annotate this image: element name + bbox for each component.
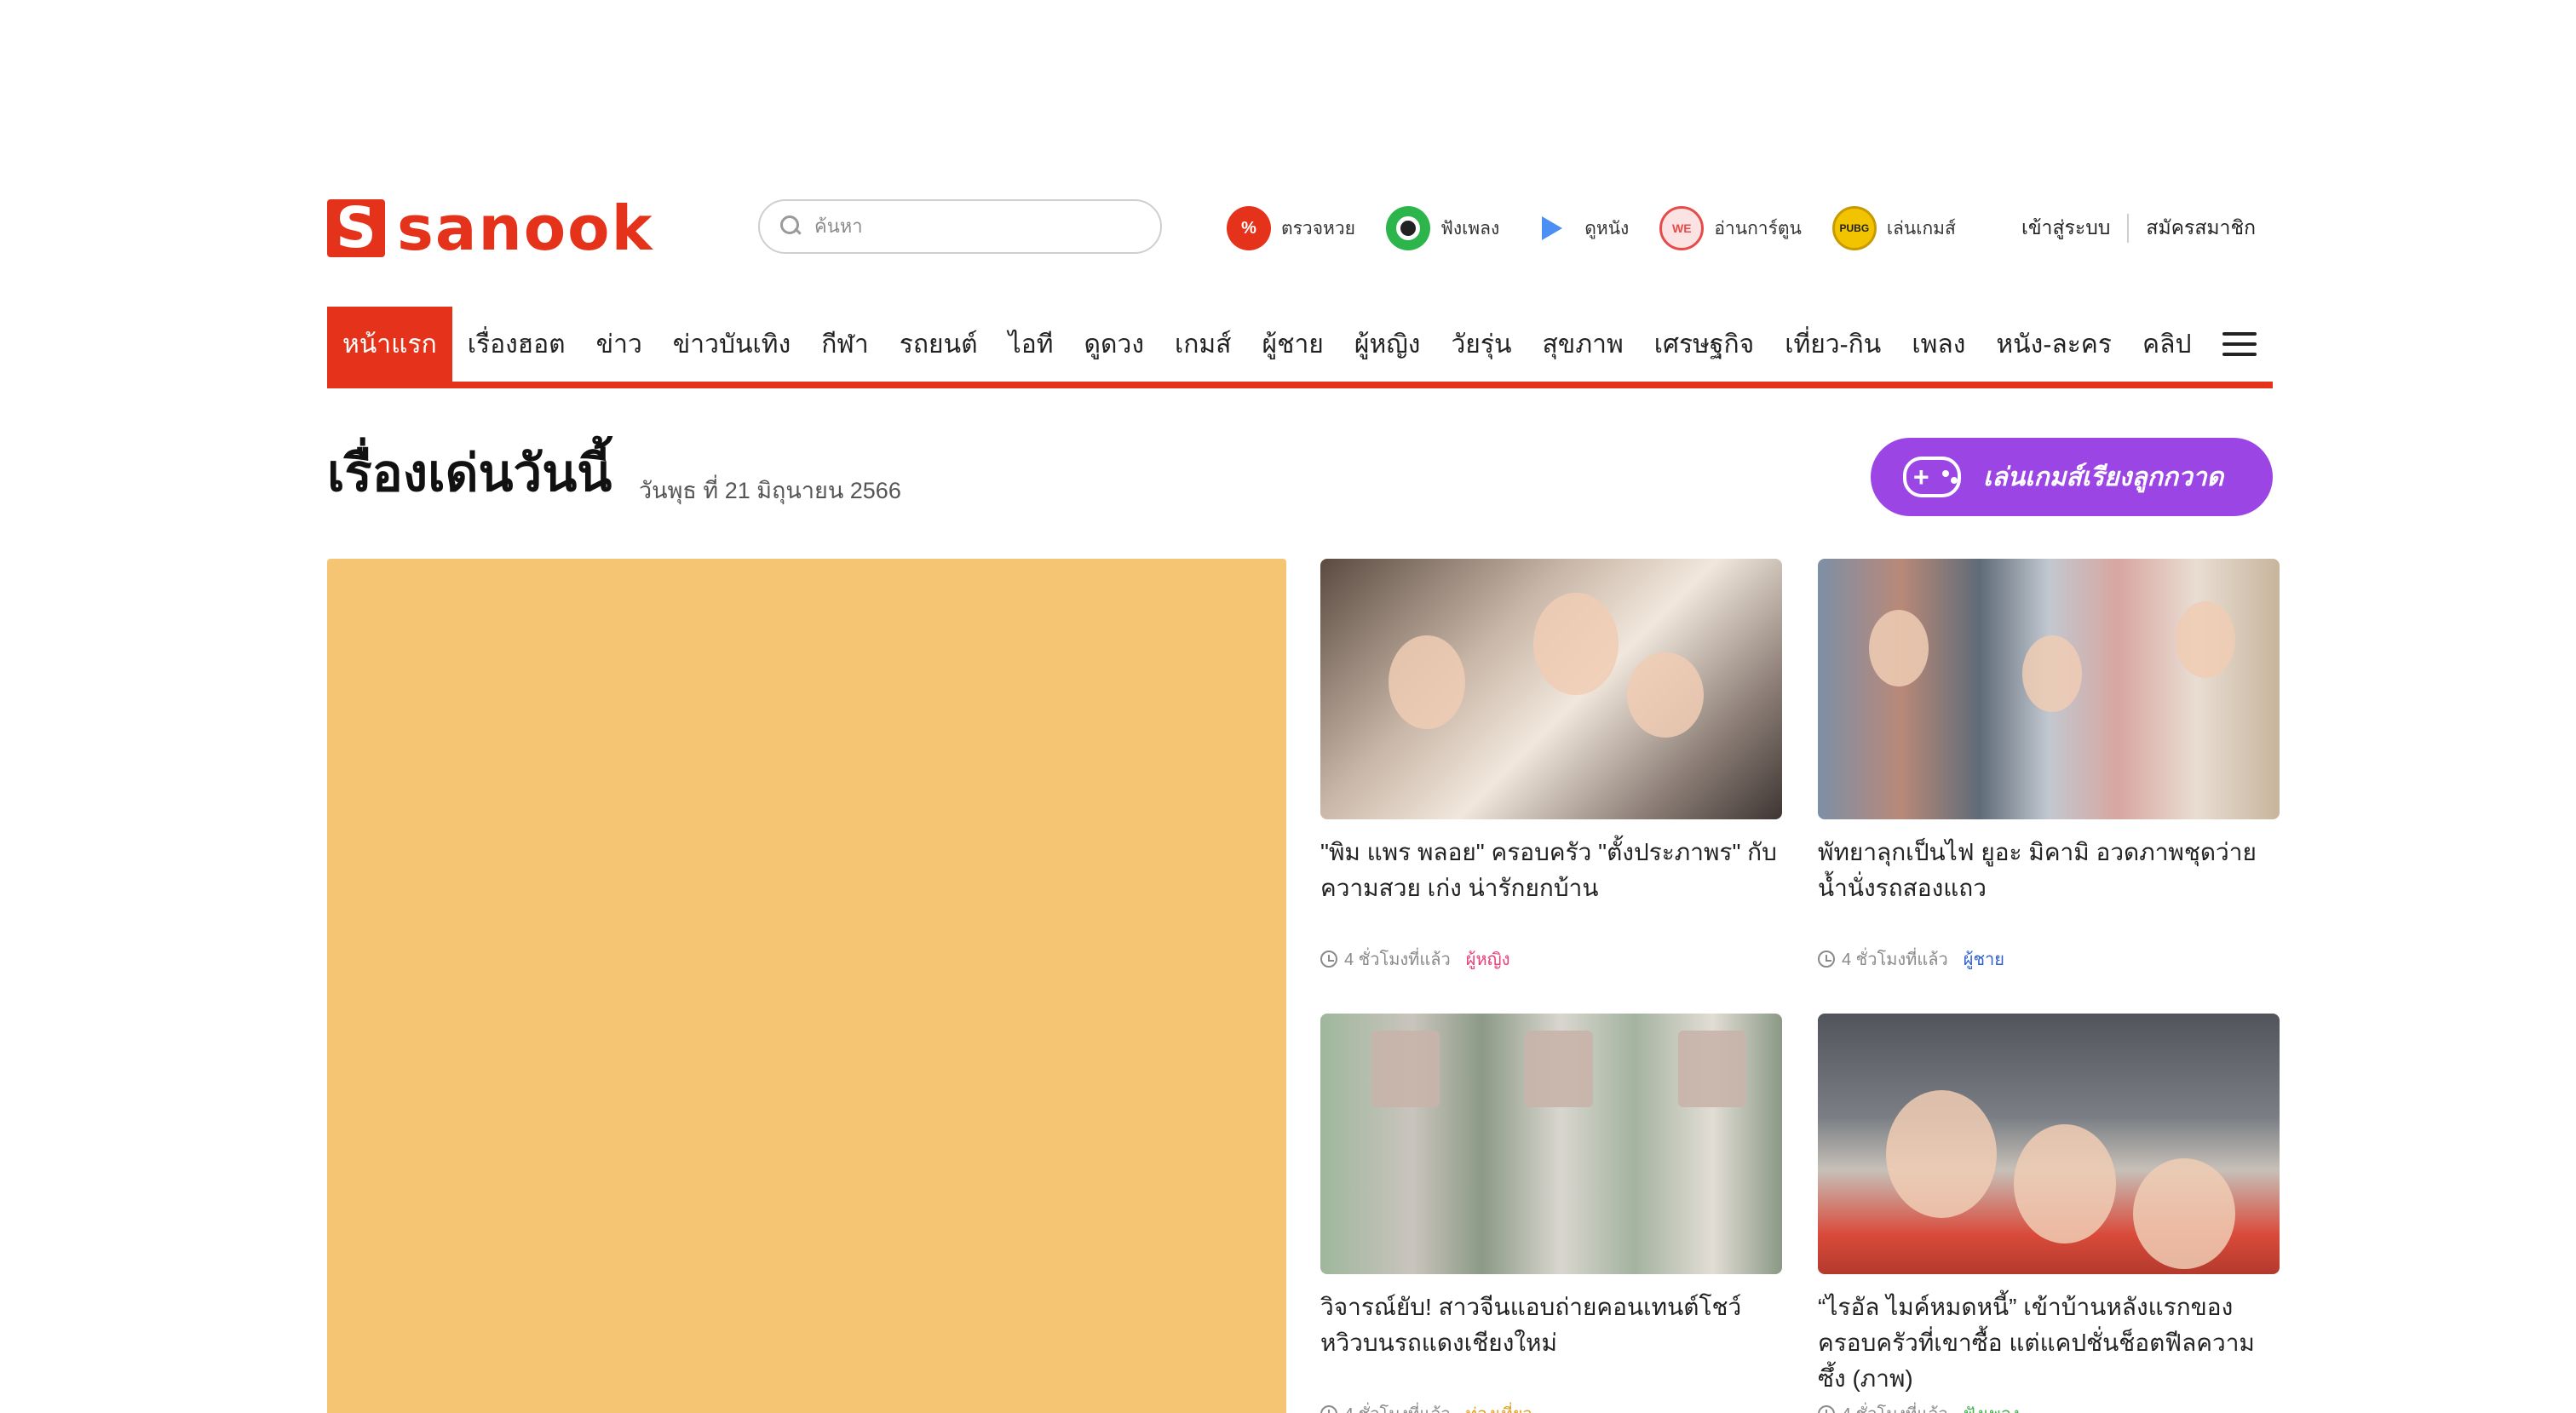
article-card[interactable]: “ไรอัล ไมค์หมดหนี้” เข้าบ้านหลังแรกของคร…	[1818, 1014, 2280, 1413]
nav-item-women[interactable]: ผู้หญิง	[1339, 307, 1436, 382]
article-title[interactable]: “ไรอัล ไมค์หมดหนี้” เข้าบ้านหลังแรกของคร…	[1818, 1290, 2280, 1397]
nav-item-entertainment[interactable]: ข่าวบันเทิง	[658, 307, 806, 382]
sanook-logo[interactable]: S sanook	[327, 198, 654, 259]
main-nav: หน้าแรก เรื่องฮอต ข่าว ข่าวบันเทิง กีฬา …	[327, 307, 2273, 388]
quick-link-games[interactable]: PUBG เล่นเกมส์	[1831, 206, 1956, 250]
search-icon	[780, 215, 802, 238]
featured-banner[interactable]	[327, 559, 1286, 1413]
gamepad-icon	[1903, 457, 1961, 497]
article-category[interactable]: ผู้หญิง	[1466, 945, 1510, 973]
nav-item-economy[interactable]: เศรษฐกิจ	[1639, 307, 1769, 382]
quick-links: % ตรวจหวย ฟังเพลง ดูหนัง WE อ่านการ์ตูน …	[1227, 203, 1987, 254]
article-image[interactable]	[1818, 1014, 2280, 1274]
nav-item-travel[interactable]: เที่ยว-กิน	[1769, 307, 1896, 382]
article-time: 4 ชั่วโมงที่แล้ว	[1842, 951, 1948, 969]
site-header: S sanook % ตรวจหวย ฟังเพลง ดูหนัง WE อ่า…	[327, 194, 2273, 262]
article-category[interactable]: ฟังเพลง	[1964, 1400, 2020, 1413]
nav-item-men[interactable]: ผู้ชาย	[1247, 307, 1339, 382]
article-meta: 4 ชั่วโมงที่แล้ว ฟังเพลง	[1818, 1400, 2280, 1413]
play-icon	[1530, 206, 1574, 250]
nav-item-news[interactable]: ข่าว	[581, 307, 658, 382]
login-link[interactable]: เข้าสู่ระบบ	[2021, 213, 2110, 244]
nav-item-clips[interactable]: คลิป	[2127, 307, 2207, 382]
nav-item-teen[interactable]: วัยรุ่น	[1435, 307, 1527, 382]
clock-icon	[1320, 1405, 1337, 1413]
section-date: วันพุธ ที่ 21 มิถุนายน 2566	[639, 478, 901, 503]
article-card[interactable]: วิจารณ์ยับ! สาวจีนแอบถ่ายคอนเทนต์โชว์หวิ…	[1320, 1014, 1782, 1413]
play-candy-game-button[interactable]: เล่นเกมส์เรียงลูกกวาด	[1871, 438, 2273, 516]
clock-icon	[1818, 1405, 1835, 1413]
section-title: เรื่องเด่นวันนี้	[327, 445, 612, 502]
menu-icon[interactable]	[2207, 307, 2274, 382]
clock-icon	[1320, 951, 1337, 968]
logo-mark-icon: S	[327, 199, 385, 257]
article-category[interactable]: ผู้ชาย	[1964, 945, 2004, 973]
article-title[interactable]: พัทยาลุกเป็นไฟ ยูอะ มิคามิ อวดภาพชุดว่าย…	[1818, 835, 2280, 942]
quick-link-cartoon[interactable]: WE อ่านการ์ตูน	[1659, 206, 1802, 250]
clock-icon	[1818, 951, 1835, 968]
search-box[interactable]	[758, 199, 1162, 254]
article-title[interactable]: วิจารณ์ยับ! สาวจีนแอบถ่ายคอนเทนต์โชว์หวิ…	[1320, 1290, 1782, 1397]
article-time: 4 ชั่วโมงที่แล้ว	[1344, 1400, 1451, 1413]
article-category[interactable]: ท่องเที่ยว	[1466, 1400, 1532, 1413]
article-title[interactable]: "พิม แพร พลอย" ครอบครัว "ตั้งประภาพร" กั…	[1320, 835, 1782, 942]
quick-link-movie[interactable]: ดูหนัง	[1530, 206, 1629, 250]
article-image[interactable]	[1320, 559, 1782, 819]
article-meta: 4 ชั่วโมงที่แล้ว ผู้หญิง	[1320, 945, 1782, 973]
article-card[interactable]: "พิม แพร พลอย" ครอบครัว "ตั้งประภาพร" กั…	[1320, 559, 1782, 973]
nav-item-horoscope[interactable]: ดูดวง	[1069, 307, 1159, 382]
nav-item-movies[interactable]: หนัง-ละคร	[1981, 307, 2127, 382]
logo-wordmark: sanook	[397, 192, 654, 264]
nav-item-health[interactable]: สุขภาพ	[1527, 307, 1639, 382]
auth-links: เข้าสู่ระบบ สมัครสมาชิก	[2021, 203, 2256, 254]
article-meta: 4 ชั่วโมงที่แล้ว ผู้ชาย	[1818, 945, 2280, 973]
article-time: 4 ชั่วโมงที่แล้ว	[1344, 951, 1451, 969]
auth-divider	[2127, 214, 2130, 243]
nav-item-it[interactable]: ไอที	[993, 307, 1069, 382]
quick-link-lottery[interactable]: % ตรวจหวย	[1227, 206, 1355, 250]
featured-section-header: เรื่องเด่นวันนี้ วันพุธ ที่ 21 มิถุนายน …	[327, 434, 2273, 520]
nav-item-music[interactable]: เพลง	[1896, 307, 1981, 382]
article-card[interactable]: พัทยาลุกเป็นไฟ ยูอะ มิคามิ อวดภาพชุดว่าย…	[1818, 559, 2280, 973]
cartoon-icon: WE	[1659, 206, 1705, 250]
article-image[interactable]	[1818, 559, 2280, 819]
nav-item-hot[interactable]: เรื่องฮอต	[452, 307, 581, 382]
nav-item-auto[interactable]: รถยนต์	[884, 307, 993, 382]
music-icon	[1385, 206, 1430, 250]
search-input[interactable]	[814, 215, 1138, 238]
nav-item-games[interactable]: เกมส์	[1159, 307, 1247, 382]
article-image[interactable]	[1320, 1014, 1782, 1274]
lottery-icon: %	[1227, 206, 1271, 250]
article-time: 4 ชั่วโมงที่แล้ว	[1842, 1400, 1948, 1413]
nav-item-sport[interactable]: กีฬา	[806, 307, 884, 382]
quick-link-music[interactable]: ฟังเพลง	[1385, 206, 1499, 250]
article-meta: 4 ชั่วโมงที่แล้ว ท่องเที่ยว	[1320, 1400, 1782, 1413]
register-link[interactable]: สมัครสมาชิก	[2146, 213, 2256, 244]
nav-item-home[interactable]: หน้าแรก	[327, 307, 452, 382]
pubg-icon: PUBG	[1831, 206, 1877, 250]
